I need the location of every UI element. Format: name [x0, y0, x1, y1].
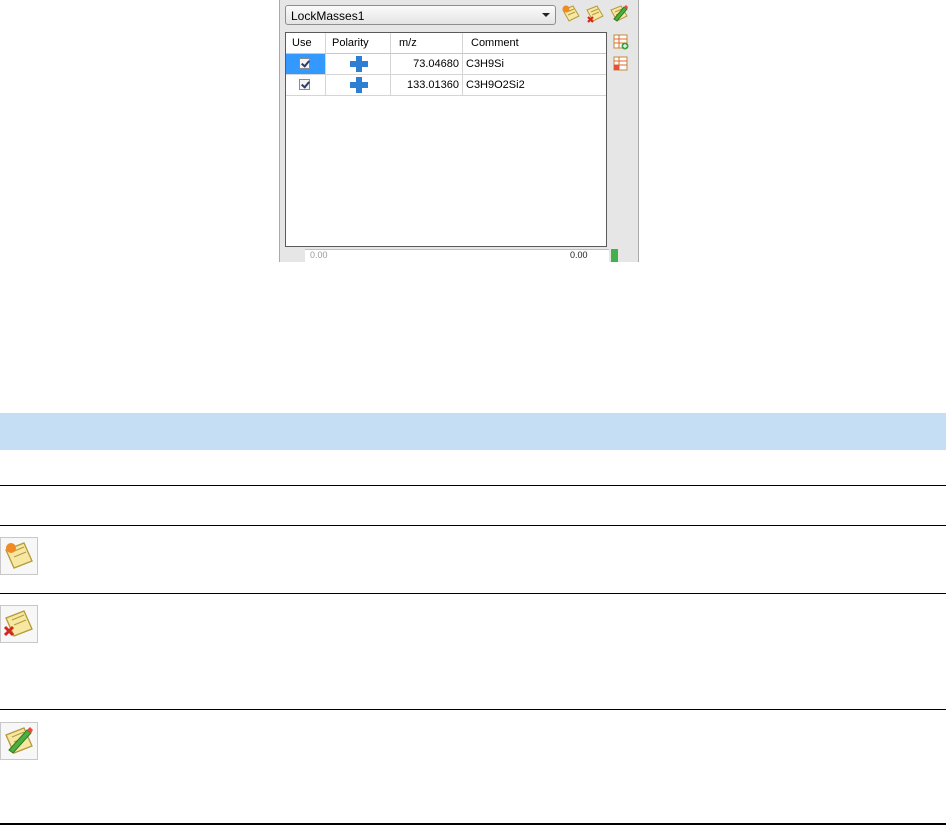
- underlying-value: 0.00: [310, 250, 328, 260]
- mz-cell[interactable]: 73.04680: [391, 54, 463, 74]
- underlying-value: 0.00: [570, 250, 588, 260]
- divider: [0, 709, 946, 710]
- plus-icon: [350, 56, 368, 72]
- use-checkbox[interactable]: [299, 58, 310, 69]
- table-row[interactable]: 73.04680 C3H9Si: [286, 54, 606, 75]
- doc-table-header: [0, 413, 946, 450]
- table-bottom-rule: [0, 823, 946, 825]
- use-cell[interactable]: [286, 54, 326, 74]
- polarity-cell[interactable]: [326, 75, 391, 95]
- chevron-down-icon[interactable]: [542, 13, 550, 17]
- use-checkbox[interactable]: [299, 79, 310, 90]
- use-cell[interactable]: [286, 75, 326, 95]
- edit-list-icon: [0, 722, 38, 760]
- divider: [0, 525, 946, 526]
- add-row-icon[interactable]: [613, 34, 629, 50]
- comment-cell[interactable]: C3H9O2Si2: [463, 75, 608, 95]
- divider: [0, 593, 946, 594]
- table-row[interactable]: 133.01360 C3H9O2Si2: [286, 75, 606, 96]
- status-bar-indicator: [611, 249, 618, 262]
- grid-header: Use Polarity m/z Comment: [286, 33, 606, 54]
- mz-cell[interactable]: 133.01360: [391, 75, 463, 95]
- column-header-mz[interactable]: m/z: [391, 33, 463, 53]
- column-header-polarity[interactable]: Polarity: [326, 33, 391, 53]
- delete-list-icon: [0, 605, 38, 643]
- polarity-cell[interactable]: [326, 54, 391, 74]
- comment-cell[interactable]: C3H9Si: [463, 54, 608, 74]
- lockmass-dialog-screenshot: LockMasses1 Use Polarity m/z Comment 73.…: [279, 0, 639, 262]
- new-list-icon: [0, 537, 38, 575]
- divider: [0, 485, 946, 486]
- lockmass-grid[interactable]: Use Polarity m/z Comment 73.04680 C3H9Si…: [285, 32, 607, 247]
- plus-icon: [350, 77, 368, 93]
- new-list-icon[interactable]: [561, 4, 581, 24]
- delete-list-icon[interactable]: [585, 4, 605, 24]
- lockmass-list-combobox-value: LockMasses1: [291, 9, 365, 23]
- underlying-grid-strip: [305, 249, 609, 262]
- lockmass-list-combobox[interactable]: LockMasses1: [285, 5, 556, 25]
- edit-list-icon[interactable]: [609, 4, 629, 24]
- column-header-use[interactable]: Use: [286, 33, 326, 53]
- delete-row-icon[interactable]: [613, 56, 629, 72]
- column-header-comment[interactable]: Comment: [463, 33, 608, 53]
